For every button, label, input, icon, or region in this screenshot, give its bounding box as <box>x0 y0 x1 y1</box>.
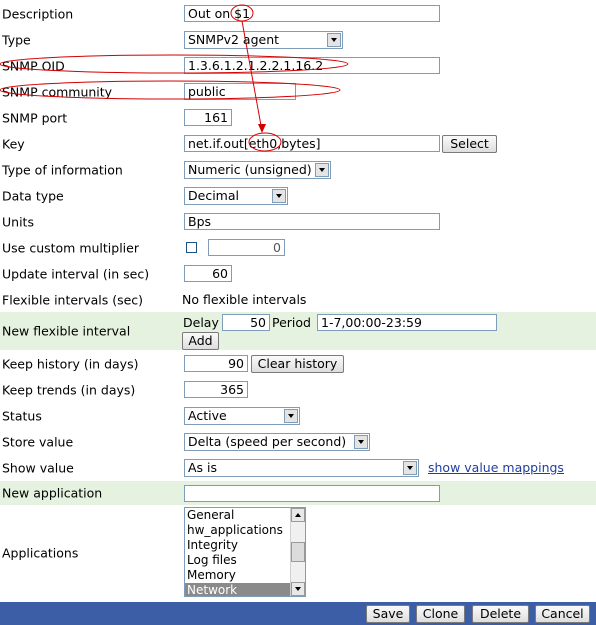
type-of-information-value: Numeric (unsigned) <box>188 162 312 177</box>
clear-history-button[interactable]: Clear history <box>251 355 344 373</box>
snmp-port-row: SNMP port 161 <box>0 108 596 128</box>
keep-trends-input[interactable]: 365 <box>184 381 248 398</box>
show-value-select[interactable]: As is <box>184 459 419 477</box>
status-select[interactable]: Active <box>184 407 300 425</box>
snmp-oid-label: SNMP OID <box>2 58 65 74</box>
description-row: Description Out on $1 <box>0 4 596 24</box>
period-label: Period <box>272 315 311 330</box>
keep-trends-row: Keep trends (in days) 365 <box>0 380 596 400</box>
type-label: Type <box>2 32 31 48</box>
scroll-up-icon[interactable] <box>291 508 305 522</box>
description-label: Description <box>2 6 74 22</box>
custom-multiplier-checkbox[interactable] <box>186 242 197 253</box>
keep-trends-label: Keep trends (in days) <box>2 382 136 398</box>
delay-input[interactable]: 50 <box>222 314 270 331</box>
snmp-community-label: SNMP community <box>2 84 113 100</box>
flexible-intervals-row: Flexible intervals (sec) No flexible int… <box>0 290 596 310</box>
snmp-port-input[interactable]: 161 <box>184 109 232 126</box>
add-interval-button[interactable]: Add <box>182 332 219 350</box>
chevron-down-icon <box>272 189 286 203</box>
period-input[interactable]: 1-7,00:00-23:59 <box>317 314 497 331</box>
footer-bar: Save Clone Delete Cancel <box>0 602 596 625</box>
save-button[interactable]: Save <box>366 605 410 623</box>
custom-multiplier-label: Use custom multiplier <box>2 240 139 256</box>
new-flexible-interval-label: New flexible interval <box>2 323 131 339</box>
list-item[interactable]: Log files <box>185 553 305 568</box>
update-interval-row: Update interval (in sec) 60 <box>0 264 596 284</box>
clone-button[interactable]: Clone <box>416 605 465 623</box>
new-application-label: New application <box>2 485 103 501</box>
type-of-information-row: Type of information Numeric (unsigned) <box>0 160 596 180</box>
store-value-label: Store value <box>2 434 74 450</box>
key-select-button[interactable]: Select <box>442 135 497 153</box>
show-value-label: Show value <box>2 460 74 476</box>
new-application-input[interactable] <box>184 485 440 502</box>
applications-scrollbar[interactable] <box>290 508 305 596</box>
snmp-oid-input[interactable]: 1.3.6.1.2.1.2.2.1.16.2 <box>184 57 440 74</box>
type-row: Type SNMPv2 agent <box>0 30 596 50</box>
type-of-information-label: Type of information <box>2 162 123 178</box>
chevron-down-icon <box>327 33 341 47</box>
store-value-row: Store value Delta (speed per second) <box>0 432 596 452</box>
custom-multiplier-input[interactable]: 0 <box>208 239 285 256</box>
store-value-value: Delta (speed per second) <box>188 434 347 449</box>
chevron-down-icon <box>354 435 368 449</box>
update-interval-input[interactable]: 60 <box>184 265 232 282</box>
list-item[interactable]: Memory <box>185 568 305 583</box>
list-item[interactable]: hw_applications <box>185 523 305 538</box>
chevron-down-icon <box>284 409 298 423</box>
list-item[interactable]: Integrity <box>185 538 305 553</box>
scroll-down-icon[interactable] <box>291 582 305 596</box>
delete-button[interactable]: Delete <box>472 605 529 623</box>
flexible-intervals-value: No flexible intervals <box>182 292 307 307</box>
snmp-oid-row: SNMP OID 1.3.6.1.2.1.2.2.1.16.2 <box>0 56 596 76</box>
units-input[interactable]: Bps <box>184 213 440 230</box>
new-flexible-interval-row: New flexible interval Delay 50 Period 1-… <box>0 312 596 350</box>
snmp-port-label: SNMP port <box>2 110 68 126</box>
show-value-mappings-link[interactable]: show value mappings <box>428 460 564 475</box>
store-value-select[interactable]: Delta (speed per second) <box>184 433 370 451</box>
data-type-value: Decimal <box>188 188 239 203</box>
type-select[interactable]: SNMPv2 agent <box>184 31 343 49</box>
data-type-label: Data type <box>2 188 64 204</box>
chevron-down-icon <box>403 461 417 475</box>
show-value-value: As is <box>188 460 218 475</box>
key-input[interactable]: net.if.out[eth0,bytes] <box>184 135 440 152</box>
applications-listbox[interactable]: General hw_applications Integrity Log fi… <box>184 507 306 597</box>
key-label: Key <box>2 136 25 152</box>
applications-label: Applications <box>2 545 79 561</box>
flexible-intervals-label: Flexible intervals (sec) <box>2 292 144 308</box>
data-type-select[interactable]: Decimal <box>184 187 288 205</box>
list-item-selected[interactable]: Network <box>185 583 305 596</box>
units-label: Units <box>2 214 34 230</box>
status-value: Active <box>188 408 227 423</box>
show-value-row: Show value As is show value mappings <box>0 458 596 478</box>
keep-history-input[interactable]: 90 <box>184 355 248 372</box>
keep-history-label: Keep history (in days) <box>2 356 139 372</box>
type-of-information-select[interactable]: Numeric (unsigned) <box>184 161 331 179</box>
cancel-button[interactable]: Cancel <box>535 605 590 623</box>
scroll-thumb[interactable] <box>291 542 305 562</box>
units-row: Units Bps <box>0 212 596 232</box>
status-label: Status <box>2 408 42 424</box>
list-item[interactable]: General <box>185 508 305 523</box>
key-row: Key net.if.out[eth0,bytes] Select <box>0 134 596 154</box>
data-type-row: Data type Decimal <box>0 186 596 206</box>
custom-multiplier-row: Use custom multiplier 0 <box>0 238 596 258</box>
new-application-row: New application <box>0 481 596 505</box>
snmp-community-row: SNMP community public <box>0 82 596 102</box>
update-interval-label: Update interval (in sec) <box>2 266 150 282</box>
snmp-community-input[interactable]: public <box>184 83 296 100</box>
type-select-value: SNMPv2 agent <box>188 32 280 47</box>
chevron-down-icon <box>315 163 329 177</box>
description-input[interactable]: Out on $1 <box>184 5 440 22</box>
delay-label: Delay <box>183 315 219 330</box>
status-row: Status Active <box>0 406 596 426</box>
keep-history-row: Keep history (in days) 90 Clear history <box>0 354 596 374</box>
